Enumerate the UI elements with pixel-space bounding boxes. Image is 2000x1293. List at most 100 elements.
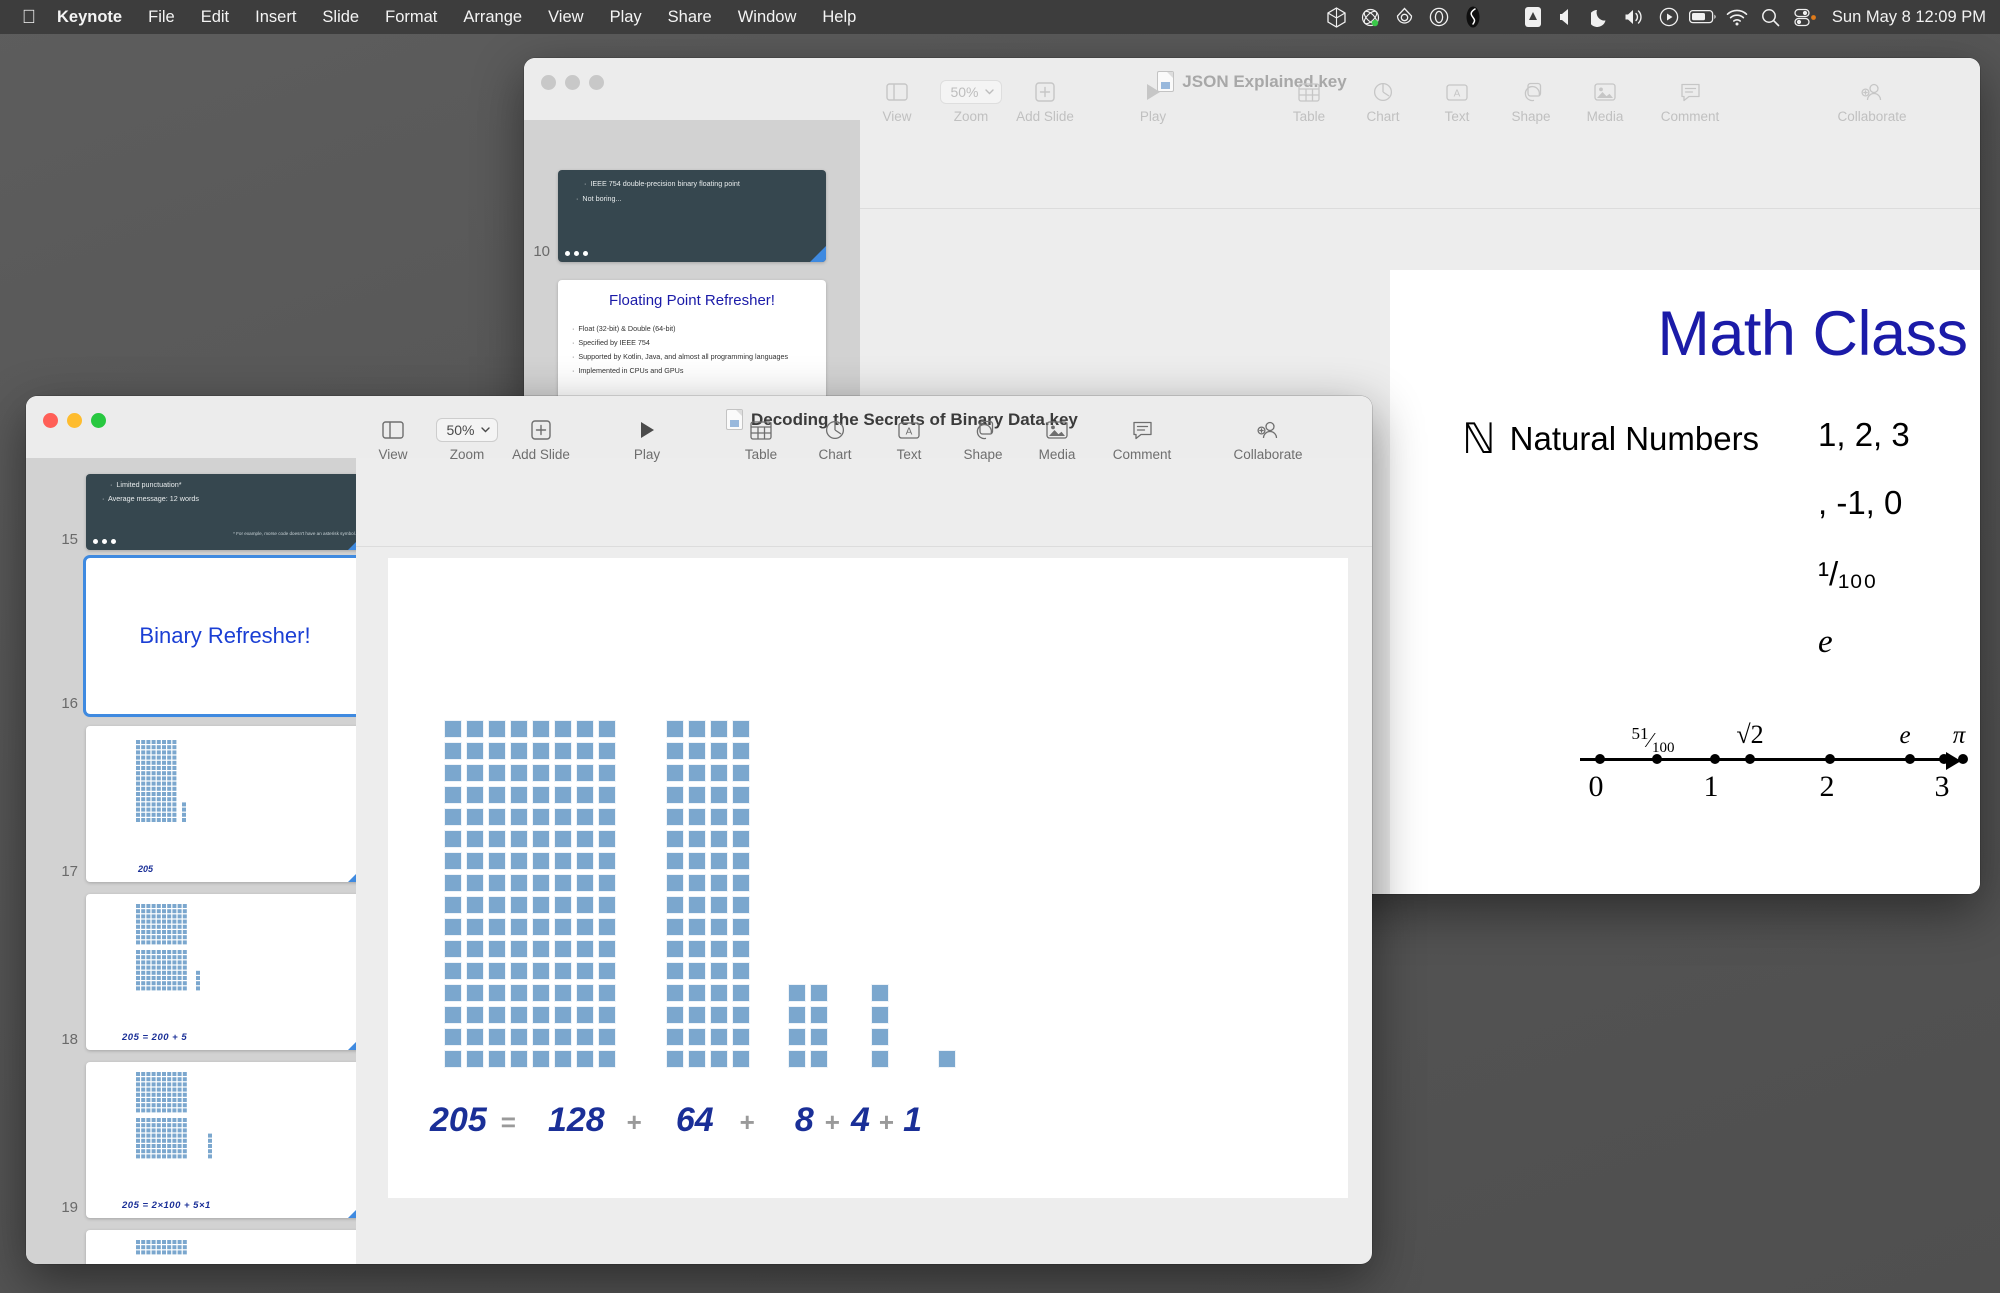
front-thumb-row-16[interactable]: 16 Binary Refresher! xyxy=(52,555,356,717)
menu-item-play[interactable]: Play xyxy=(597,6,655,29)
menu-bar-clock[interactable]: Sun May 8 12:09 PM xyxy=(1822,8,1986,27)
block-cell xyxy=(598,764,616,782)
battery-icon[interactable] xyxy=(1686,0,1720,34)
number-line-axis xyxy=(1580,758,1952,761)
zero-ring-icon[interactable] xyxy=(1422,0,1456,34)
front-slide-thumbnail-15[interactable]: · Limited punctuation* · Average message… xyxy=(86,474,356,550)
block-row xyxy=(444,940,616,958)
front-toolbar-comment-label: Comment xyxy=(1112,447,1172,462)
back-slide-number-10: 10 xyxy=(533,243,550,260)
block-cell xyxy=(666,1050,684,1068)
menu-item-file[interactable]: File xyxy=(135,6,188,29)
apple-icon[interactable]:  xyxy=(14,8,44,27)
back-window-slide-canvas[interactable]: Math Class Numbers ℕ Natural Numbers 1, … xyxy=(1390,270,1980,894)
block-row xyxy=(444,896,616,914)
back-toolbar-chart-button[interactable]: Chart xyxy=(1346,80,1420,124)
front-toolbar-shape-button[interactable]: Shape xyxy=(946,418,1020,462)
equation-term-128: 128 xyxy=(547,1101,605,1139)
block-cell xyxy=(666,1028,684,1046)
block-cell xyxy=(488,808,506,826)
front-toolbar-text-button[interactable]: A Text xyxy=(872,418,946,462)
now-playing-icon[interactable] xyxy=(1652,0,1686,34)
block-cell xyxy=(466,742,484,760)
menu-item-share[interactable]: Share xyxy=(655,6,725,29)
front-toolbar-play-button[interactable]: Play xyxy=(610,418,684,462)
back-toolbar-view-button[interactable]: View xyxy=(860,80,934,124)
front-slide-thumbnail-16[interactable]: Binary Refresher! xyxy=(83,555,356,717)
spiral-icon[interactable] xyxy=(1456,0,1490,34)
moon-icon[interactable] xyxy=(1584,0,1618,34)
back-toolbar-add-slide-button[interactable]: Add Slide xyxy=(1008,80,1082,124)
front-toolbar-add-slide-button[interactable]: Add Slide xyxy=(504,418,578,462)
volume-icon[interactable] xyxy=(1618,0,1652,34)
back-toolbar-table-button[interactable]: Table xyxy=(1272,80,1346,124)
menu-item-help[interactable]: Help xyxy=(809,6,869,29)
front-toolbar-add-slide-label: Add Slide xyxy=(512,447,570,462)
block-cell xyxy=(688,940,706,958)
control-center-icon[interactable] xyxy=(1788,0,1822,34)
front-toolbar-comment-button[interactable]: Comment xyxy=(1094,418,1190,462)
block-cell xyxy=(466,940,484,958)
block-row xyxy=(444,720,616,738)
text-icon: A xyxy=(898,418,920,442)
front-thumb-row-15[interactable]: 15 · Limited punctuation* · Average mess… xyxy=(52,474,356,550)
menu-item-window[interactable]: Window xyxy=(725,6,810,29)
front-slide-thumbnail-18[interactable]: 205 = 200 + 5 xyxy=(86,894,356,1050)
front-toolbar-collaborate-button[interactable]: Collaborate xyxy=(1220,418,1316,462)
keynote-window-decoding-binary[interactable]: Decoding the Secrets of Binary Data.key … xyxy=(26,396,1372,1264)
block-cell xyxy=(710,874,728,892)
front-toolbar-table-button[interactable]: Table xyxy=(724,418,798,462)
zoom-select[interactable]: 50% xyxy=(436,418,498,442)
menu-item-view[interactable]: View xyxy=(535,6,596,29)
media-icon xyxy=(1046,418,1068,442)
back-toolbar-text-button[interactable]: A Text xyxy=(1420,80,1494,124)
back-toolbar-comment-button[interactable]: Comment xyxy=(1642,80,1738,124)
front-slide-thumbnail-20[interactable] xyxy=(86,1230,356,1264)
back-toolbar-play-label: Play xyxy=(1139,109,1167,124)
front-window-slide-navigator[interactable]: 15 · Limited punctuation* · Average mess… xyxy=(26,458,356,1264)
front-thumb-row-20[interactable]: 20 xyxy=(52,1230,356,1264)
wifi-icon[interactable] xyxy=(1720,0,1754,34)
front-toolbar-media-button[interactable]: Media xyxy=(1020,418,1094,462)
front-thumb-row-18[interactable]: 18 205 = 200 + 5 xyxy=(52,894,356,1050)
box-icon[interactable] xyxy=(1320,0,1354,34)
table-icon xyxy=(750,418,772,442)
front-thumb-row-19[interactable]: 19 205 = 2×100 + 5×1 xyxy=(52,1062,356,1218)
menu-item-edit[interactable]: Edit xyxy=(188,6,242,29)
block-cell xyxy=(532,830,550,848)
front-slide-number-16: 16 xyxy=(61,695,78,712)
back-toolbar-collaborate-button[interactable]: Collaborate xyxy=(1824,80,1920,124)
atom-icon[interactable] xyxy=(1354,0,1388,34)
menu-item-insert[interactable]: Insert xyxy=(242,6,309,29)
triangle-doc-icon[interactable] xyxy=(1516,0,1550,34)
front-toolbar-view-button[interactable]: View xyxy=(356,418,430,462)
menu-item-keynote[interactable]: Keynote xyxy=(44,6,135,29)
front-slide-thumbnail-19[interactable]: 205 = 2×100 + 5×1 xyxy=(86,1062,356,1218)
front-slide-thumbnail-17[interactable]: 205 xyxy=(86,726,356,882)
front-window-titlebar[interactable]: Decoding the Secrets of Binary Data.key … xyxy=(26,396,1372,462)
back-window-titlebar[interactable]: JSON Explained.key View 50% Zoom Add Sli… xyxy=(524,58,1980,124)
front-window-slide-canvas[interactable]: 205 = 128 + 64 + 8 + 4 + 1 xyxy=(388,558,1348,1198)
front-toolbar-zoom-button[interactable]: 50% Zoom xyxy=(430,418,504,462)
menu-item-slide[interactable]: Slide xyxy=(309,6,372,29)
menu-item-format[interactable]: Format xyxy=(372,6,450,29)
block-cell xyxy=(732,1028,750,1046)
search-icon[interactable] xyxy=(1754,0,1788,34)
back-slide-thumbnail-10[interactable]: · IEEE 754 double-precision binary float… xyxy=(558,170,826,262)
front-toolbar-chart-button[interactable]: Chart xyxy=(798,418,872,462)
block-cell xyxy=(488,830,506,848)
back-toolbar-shape-button[interactable]: Shape xyxy=(1494,80,1568,124)
block-cell xyxy=(666,764,684,782)
back-toolbar-play-button[interactable]: Play xyxy=(1116,80,1190,124)
menu-item-arrange[interactable]: Arrange xyxy=(450,6,535,29)
front-thumb-row-17[interactable]: 17 205 xyxy=(52,726,356,882)
back-thumb-row-10[interactable]: 10 · IEEE 754 double-precision binary fl… xyxy=(524,170,826,262)
block-cell xyxy=(666,984,684,1002)
number-line-dot-1 xyxy=(1710,754,1720,764)
block-cell xyxy=(466,874,484,892)
shape-icon xyxy=(1521,80,1542,104)
back-toolbar-zoom-button[interactable]: 50% Zoom xyxy=(934,80,1008,124)
speaker-mute-icon[interactable] xyxy=(1550,0,1584,34)
droplet-icon[interactable] xyxy=(1388,0,1422,34)
back-toolbar-media-button[interactable]: Media xyxy=(1568,80,1642,124)
